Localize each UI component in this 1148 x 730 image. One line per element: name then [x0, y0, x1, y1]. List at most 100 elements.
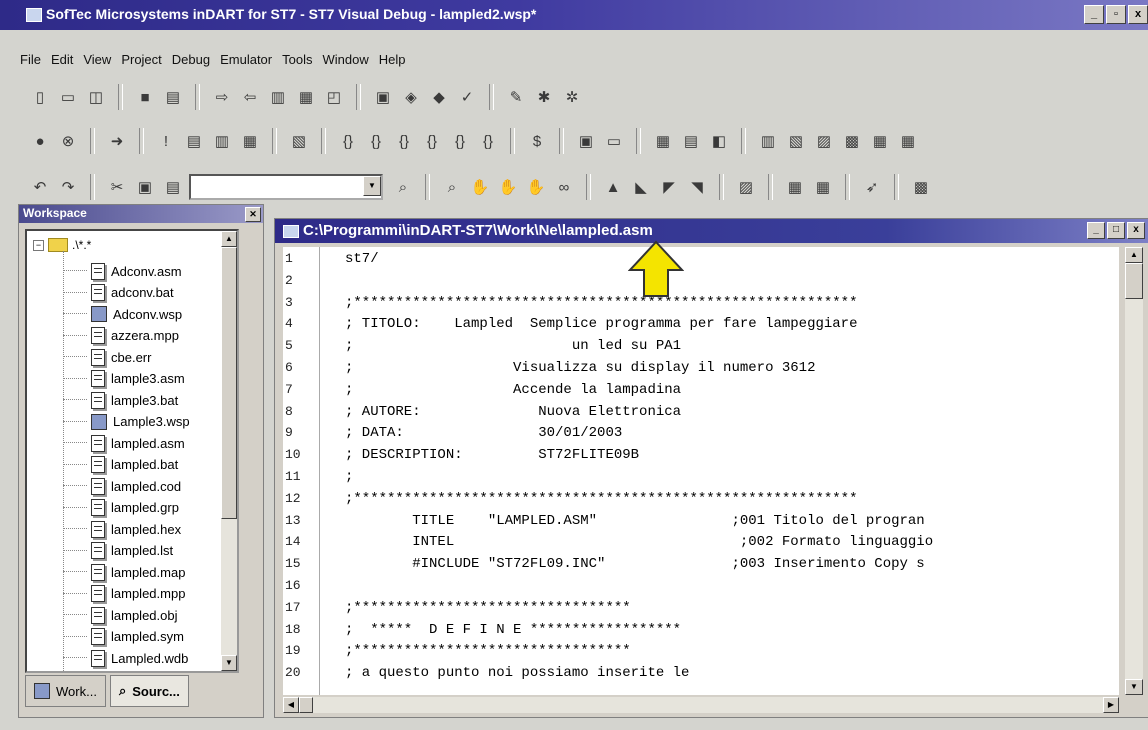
bookmark-clear-icon[interactable]: ◥	[685, 175, 709, 199]
cascade-icon[interactable]: ▥	[266, 85, 290, 109]
save-icon[interactable]: ■	[133, 85, 157, 109]
tree-item[interactable]: lampled.sym	[63, 627, 184, 647]
hand-icon[interactable]: ✋	[468, 175, 492, 199]
tile-icon[interactable]: ▦	[294, 85, 318, 109]
print-icon[interactable]: ▤	[161, 85, 185, 109]
code-line[interactable]: 18 ; ***** D E F I N E ******************	[283, 622, 1119, 640]
tree-item[interactable]: lampled.hex	[63, 519, 181, 539]
menu-view[interactable]: View	[83, 52, 111, 67]
options-icon[interactable]: ▨	[734, 175, 758, 199]
disassembly-window-icon[interactable]: ▤	[679, 129, 703, 153]
tree-item[interactable]: lampled.asm	[63, 433, 185, 453]
tree-item[interactable]: lampled.map	[63, 562, 185, 582]
tree-item[interactable]: Adconv.wsp	[63, 304, 182, 324]
bookmark-icon[interactable]: ▲	[601, 175, 625, 199]
tree-item[interactable]: Adconv.asm	[63, 261, 182, 281]
scroll-thumb[interactable]	[1125, 263, 1143, 299]
tree-item[interactable]: Lample3.wsp	[63, 412, 190, 432]
symbols-window-icon[interactable]: ▩	[840, 129, 864, 153]
tree-item[interactable]: lample3.asm	[63, 369, 185, 389]
code-line[interactable]: 4 ; TITOLO: Lampled Semplice programma pe…	[283, 316, 1119, 334]
tree-item[interactable]: lampled.cod	[63, 476, 181, 496]
scroll-thumb[interactable]	[221, 247, 237, 519]
find-combo[interactable]: ▼	[189, 174, 383, 200]
menu-debug[interactable]: Debug	[172, 52, 210, 67]
stack-window-icon[interactable]: ▨	[812, 129, 836, 153]
code-line[interactable]: 5 ; un led su PA1	[283, 338, 1119, 356]
breakpoint-icon[interactable]: !	[154, 129, 178, 153]
collapse-icon[interactable]: −	[33, 239, 44, 251]
redo-icon[interactable]: ↷	[56, 175, 80, 199]
editor-horizontal-scrollbar[interactable]: ◀ ▶	[283, 697, 1119, 713]
tree-item[interactable]: lampled.obj	[63, 605, 178, 625]
new-window-icon[interactable]: ◫	[84, 85, 108, 109]
new-file-icon[interactable]: ▯	[28, 85, 52, 109]
tree-item[interactable]: Lampled.wdb	[63, 648, 188, 668]
watch-window-icon[interactable]: ◧	[707, 129, 731, 153]
scroll-up-icon[interactable]: ▲	[221, 231, 237, 247]
step-into-icon[interactable]: ▤	[182, 129, 206, 153]
step-asm-icon[interactable]: {}	[364, 129, 388, 153]
run-to-cursor-icon[interactable]: ▧	[287, 129, 311, 153]
scroll-down-icon[interactable]: ▼	[221, 655, 237, 671]
tree-item[interactable]: lampled.bat	[63, 455, 178, 475]
code-line[interactable]: 20 ; a questo punto noi possiamo inserite…	[283, 665, 1119, 683]
menu-help[interactable]: Help	[379, 52, 406, 67]
chevron-down-icon[interactable]: ▼	[363, 176, 381, 196]
scan-icon[interactable]: ▩	[909, 175, 933, 199]
tab-workspace[interactable]: Work...	[25, 675, 106, 707]
compile-icon[interactable]: ◈	[399, 85, 423, 109]
open-folder-icon[interactable]: ▭	[56, 85, 80, 109]
hand-stop-icon[interactable]: ✋	[496, 175, 520, 199]
menu-project[interactable]: Project	[121, 52, 161, 67]
step-out-asm-icon[interactable]: {}	[476, 129, 500, 153]
chip-icon[interactable]: ✲	[560, 85, 584, 109]
code-line[interactable]: 7 ; Accende la lampadina	[283, 382, 1119, 400]
scroll-left-icon[interactable]: ◀	[283, 697, 299, 713]
peripherals-window-icon[interactable]: ▧	[784, 129, 808, 153]
registers-window-icon[interactable]: ▣	[574, 129, 598, 153]
find-in-files-icon[interactable]: ⌕	[391, 175, 415, 199]
step-out-source-icon[interactable]: {}	[448, 129, 472, 153]
ports-window-icon[interactable]: ▦	[868, 129, 892, 153]
code-line[interactable]: 8 ; AUTORE: Nuova Elettronica	[283, 404, 1119, 422]
step-source-icon[interactable]: {}	[336, 129, 360, 153]
code-line[interactable]: 16	[283, 578, 1119, 596]
code-line[interactable]: 9 ; DATA: 30/01/2003	[283, 425, 1119, 443]
step-forward-icon[interactable]: ⇨	[210, 85, 234, 109]
paste-icon[interactable]: ▤	[161, 175, 185, 199]
step-over-asm-icon[interactable]: {}	[420, 129, 444, 153]
code-line[interactable]: 19 ;*********************************	[283, 643, 1119, 661]
menu-tools[interactable]: Tools	[282, 52, 312, 67]
close-button[interactable]: x	[1128, 5, 1148, 24]
breakpoint-clear-icon[interactable]: ∞	[552, 175, 576, 199]
step-over-source-icon[interactable]: {}	[392, 129, 416, 153]
menu-edit[interactable]: Edit	[51, 52, 73, 67]
code-line[interactable]: 2	[283, 273, 1119, 291]
timer-window-icon[interactable]: ▦	[896, 129, 920, 153]
code-line[interactable]: 17 ;*********************************	[283, 600, 1119, 618]
trace-window-icon[interactable]: ▥	[756, 129, 780, 153]
code-editor[interactable]: 1 st7/2 3 ;********************************…	[283, 247, 1119, 695]
code-line[interactable]: 1 st7/	[283, 251, 1119, 269]
schedule-icon[interactable]: ▦	[811, 175, 835, 199]
breakpoint-toggle-icon[interactable]: ✋	[524, 175, 548, 199]
step-back-icon[interactable]: ⇦	[238, 85, 262, 109]
tree-item[interactable]: lampled.mpp	[63, 584, 185, 604]
run-icon[interactable]: ●	[28, 129, 52, 153]
step-over-icon[interactable]: ▥	[210, 129, 234, 153]
scroll-right-icon[interactable]: ▶	[1103, 697, 1119, 713]
menu-emulator[interactable]: Emulator	[220, 52, 272, 67]
tab-source[interactable]: ⌕ Sourc...	[109, 675, 189, 707]
bookmark-prev-icon[interactable]: ◤	[657, 175, 681, 199]
code-line[interactable]: 3 ;**************************************…	[283, 295, 1119, 313]
tree-item[interactable]: lampled.grp	[63, 498, 179, 518]
build-icon[interactable]: ▣	[371, 85, 395, 109]
reset-icon[interactable]: $	[525, 129, 549, 153]
code-line[interactable]: 12 ;*************************************…	[283, 491, 1119, 509]
scroll-down-icon[interactable]: ▼	[1125, 679, 1143, 695]
check-icon[interactable]: ✓	[455, 85, 479, 109]
copy-icon[interactable]: ▣	[133, 175, 157, 199]
arrow-tool-icon[interactable]: ➶	[860, 175, 884, 199]
scroll-thumb[interactable]	[299, 697, 313, 713]
